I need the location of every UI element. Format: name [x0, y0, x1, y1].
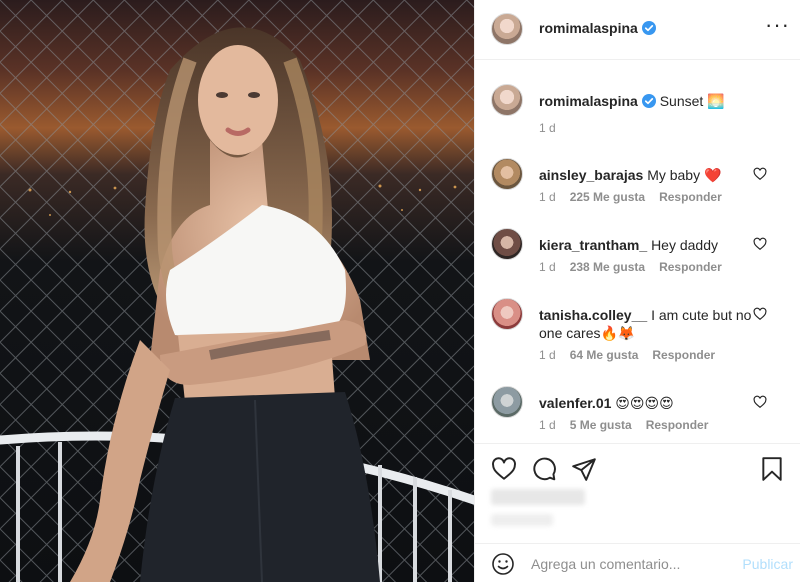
verified-badge-icon	[641, 94, 656, 108]
instagram-post: romimalaspina ··· romimalaspina Sunset 🌅…	[0, 0, 800, 582]
comment-text-line: kiera_trantham_ Hey daddy	[539, 236, 787, 254]
post-actions	[475, 443, 800, 543]
caption-author-username[interactable]: romimalaspina	[539, 93, 638, 109]
caption-author-avatar[interactable]	[491, 84, 523, 116]
post-photo[interactable]	[0, 0, 474, 582]
commenter-username[interactable]: ainsley_barajas	[539, 167, 643, 183]
comment-meta: 1 d 5 Me gusta Responder	[539, 418, 708, 432]
reply-button[interactable]: Responder	[652, 348, 715, 362]
comment-bubble-icon[interactable]	[531, 456, 557, 482]
caption-age: 1 d	[539, 121, 556, 135]
reply-button[interactable]: Responder	[646, 418, 709, 432]
comment-meta: 1 d 225 Me gusta Responder	[539, 190, 722, 204]
commenter-avatar[interactable]	[491, 228, 523, 260]
post-header: romimalaspina ···	[475, 0, 800, 60]
like-comment-heart-icon[interactable]	[753, 167, 767, 181]
like-comment-heart-icon[interactable]	[753, 237, 767, 251]
reply-button[interactable]: Responder	[659, 260, 722, 274]
share-paper-plane-icon[interactable]	[571, 456, 597, 482]
commenter-username[interactable]: tanisha.colley__	[539, 307, 647, 323]
comment-likes-link[interactable]: 64 Me gusta	[570, 348, 639, 362]
comment-text-line: ainsley_barajas My baby ❤️	[539, 166, 787, 184]
save-bookmark-icon[interactable]	[759, 456, 785, 482]
commenter-username[interactable]: kiera_trantham_	[539, 237, 647, 253]
comment-meta: 1 d 238 Me gusta Responder	[539, 260, 722, 274]
like-comment-heart-icon[interactable]	[753, 395, 767, 409]
comment-text-line: tanisha.colley__ I am cute but no one ca…	[539, 306, 755, 342]
reply-button[interactable]: Responder	[659, 190, 722, 204]
publish-button[interactable]: Publicar	[742, 556, 793, 572]
like-heart-icon[interactable]	[491, 456, 517, 482]
comment-likes-link[interactable]: 238 Me gusta	[570, 260, 645, 274]
comment-text: My baby ❤️	[647, 167, 722, 183]
comment-age: 1 d	[539, 348, 556, 362]
comment-age: 1 d	[539, 190, 556, 204]
comment-text: Hey daddy	[651, 237, 718, 253]
comment-text: 😍😍😍😍	[615, 395, 674, 411]
post-details-panel: romimalaspina ··· romimalaspina Sunset 🌅…	[474, 0, 800, 582]
more-options-button[interactable]: ···	[765, 14, 789, 38]
comment-meta: 1 d 64 Me gusta Responder	[539, 348, 715, 362]
caption-text-line: romimalaspina Sunset 🌅	[539, 92, 787, 110]
comment-likes-link[interactable]: 5 Me gusta	[570, 418, 632, 432]
commenter-avatar[interactable]	[491, 386, 523, 418]
comment-likes-link[interactable]: 225 Me gusta	[570, 190, 645, 204]
caption-text: Sunset 🌅	[659, 93, 725, 109]
comment-age: 1 d	[539, 260, 556, 274]
post-date-blurred	[491, 514, 553, 526]
like-comment-heart-icon[interactable]	[753, 307, 767, 321]
comment-age: 1 d	[539, 418, 556, 432]
add-comment-bar: Publicar	[475, 543, 800, 582]
verified-badge-icon	[641, 21, 656, 35]
author-avatar[interactable]	[491, 13, 523, 45]
comment-text-line: valenfer.01 😍😍😍😍	[539, 394, 787, 412]
photo-illustration	[0, 0, 474, 582]
commenter-avatar[interactable]	[491, 158, 523, 190]
comment-input[interactable]	[531, 553, 731, 575]
likes-count-blurred	[491, 489, 585, 505]
emoji-smiley-icon[interactable]	[491, 552, 515, 576]
comments-section: romimalaspina Sunset 🌅 1 d ainsley_baraj…	[475, 60, 800, 443]
author-username-text[interactable]: romimalaspina	[539, 20, 638, 36]
author-username[interactable]: romimalaspina	[539, 20, 656, 36]
commenter-username[interactable]: valenfer.01	[539, 395, 611, 411]
commenter-avatar[interactable]	[491, 298, 523, 330]
ellipsis-icon: ···	[765, 12, 790, 37]
